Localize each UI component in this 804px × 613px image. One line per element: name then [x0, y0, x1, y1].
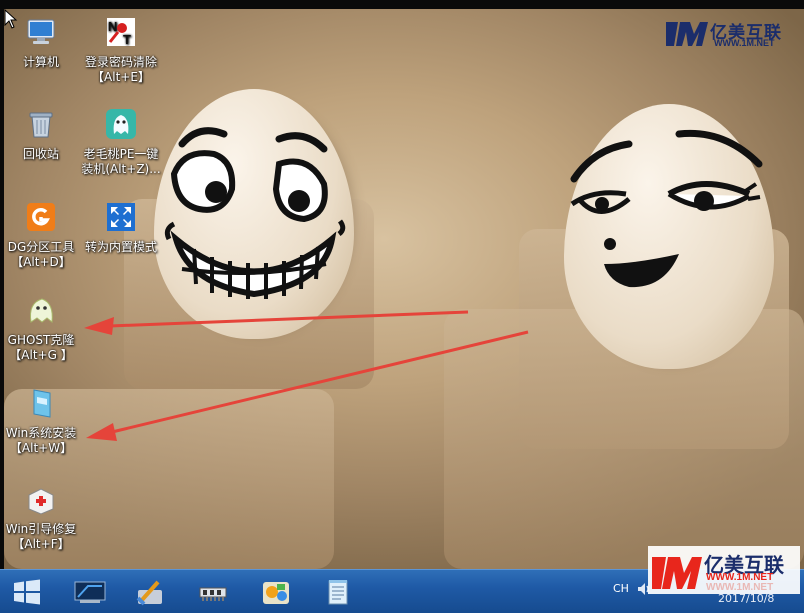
annotation-arrow-to-win-install — [111, 330, 529, 434]
input-language-indicator[interactable]: CH — [613, 582, 629, 595]
watermark-bottom: 亿美互联 WWW.1M.NET WWW.1M.NET — [648, 546, 800, 594]
notepad-icon — [328, 580, 348, 605]
windows-logo-icon — [14, 579, 40, 605]
annotation-arrowhead-ghost — [84, 317, 114, 335]
annotation-arrowhead-win-install — [86, 423, 117, 441]
taskbar-app-cleaner[interactable] — [130, 576, 170, 608]
taskbar-app-memory[interactable] — [193, 576, 233, 608]
memory-chip-icon — [199, 587, 227, 601]
monitor-app-icon — [74, 581, 106, 603]
watermark-bottom-url-reflection: WWW.1M.NET — [706, 582, 774, 593]
taskbar-app-tools[interactable] — [256, 576, 296, 608]
toolkit-app-icon — [263, 582, 289, 604]
taskbar-app-display[interactable] — [70, 576, 110, 608]
taskbar-app-notepad[interactable] — [318, 576, 358, 608]
broom-app-icon — [136, 580, 162, 606]
desktop-screen: 亿美互联 WWW.1M.NET 计算机 N T 登录密码清除 【Alt+E】 回… — [0, 0, 804, 613]
annotation-arrow-to-ghost — [109, 310, 469, 328]
annotation-arrows — [84, 310, 529, 441]
brand-logo-bottom-icon — [652, 557, 702, 589]
start-button[interactable] — [7, 576, 47, 608]
